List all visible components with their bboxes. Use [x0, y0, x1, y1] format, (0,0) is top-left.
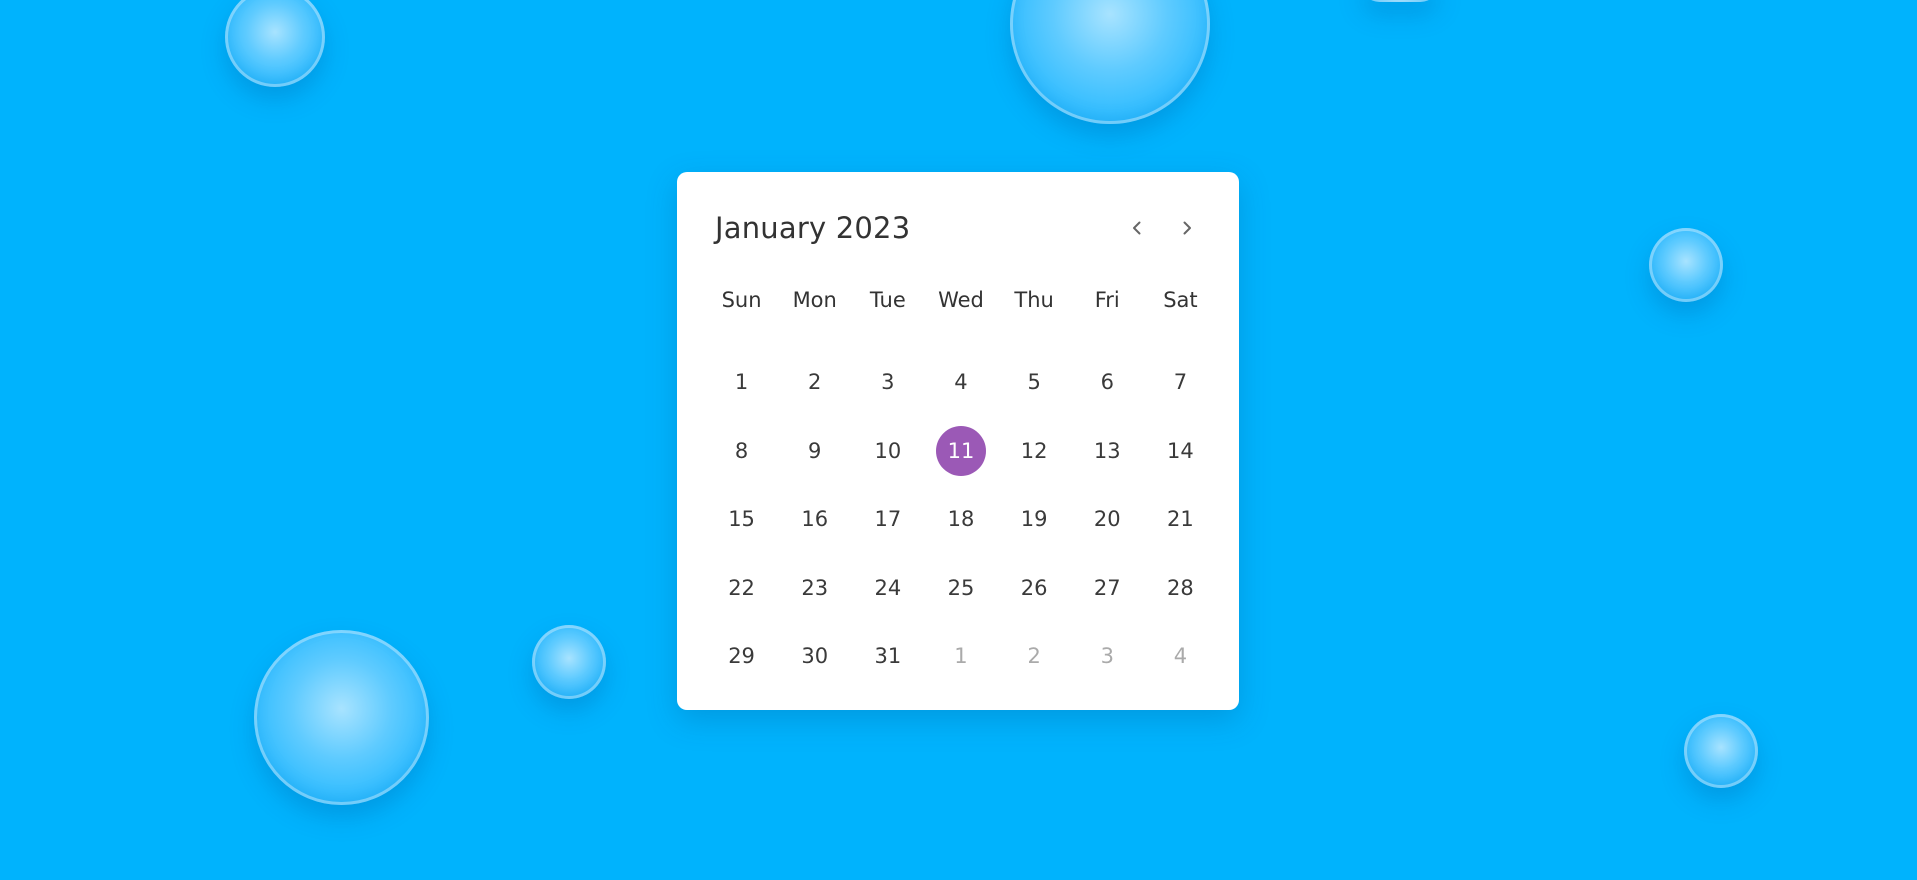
chevron-left-icon [1133, 221, 1141, 235]
selected-day-number: 11 [935, 425, 986, 476]
day-number: 8 [734, 438, 749, 463]
day-cell[interactable]: 21 [1144, 485, 1217, 554]
day-cell[interactable]: 7 [1144, 348, 1217, 417]
background-bubble [1360, 0, 1440, 2]
day-cell[interactable]: 14 [1144, 417, 1217, 486]
chevron-right-icon [1183, 221, 1191, 235]
day-cell[interactable]: 31 [851, 622, 924, 691]
day-number: 22 [728, 575, 755, 600]
day-number: 20 [1093, 507, 1121, 532]
day-number: 10 [874, 438, 902, 463]
day-cell[interactable]: 20 [1071, 485, 1144, 554]
background-bubble [532, 625, 606, 699]
day-cell[interactable]: 18 [924, 485, 997, 554]
day-number: 7 [1173, 370, 1188, 395]
day-cell[interactable]: 2 [778, 348, 851, 417]
day-number: 1 [734, 370, 749, 395]
day-cell[interactable]: 22 [705, 554, 778, 623]
day-number: 2 [808, 370, 822, 395]
day-cell[interactable]: 3 [851, 348, 924, 417]
weekday-header-row: Sun Mon Tue Wed Thu Fri Sat [705, 285, 1217, 315]
day-number: 27 [1093, 575, 1121, 600]
prev-month-button[interactable] [1121, 212, 1153, 244]
day-number: 17 [874, 507, 902, 532]
weekday-tue: Tue [869, 288, 906, 312]
day-number: 18 [947, 507, 975, 532]
weekday-sun: Sun [721, 288, 762, 312]
day-number: 19 [1020, 507, 1048, 532]
day-number: 30 [801, 644, 829, 669]
month-navigation [1121, 212, 1203, 244]
day-cell[interactable]: 25 [924, 554, 997, 623]
day-cell[interactable]: 26 [998, 554, 1071, 623]
day-cell[interactable]: 27 [1071, 554, 1144, 623]
day-cell[interactable]: 9 [778, 417, 851, 486]
day-number: 4 [1173, 644, 1188, 669]
month-title: January 2023 [715, 211, 911, 245]
background-bubble [1684, 714, 1758, 788]
day-number: 6 [1100, 370, 1114, 395]
day-number: 9 [808, 438, 822, 463]
day-number: 25 [947, 575, 975, 600]
day-number: 23 [801, 575, 829, 600]
day-cell[interactable]: 16 [778, 485, 851, 554]
day-cell-next-month[interactable]: 4 [1144, 622, 1217, 691]
day-cell[interactable]: 6 [1071, 348, 1144, 417]
day-number: 28 [1167, 575, 1194, 600]
next-month-button[interactable] [1171, 212, 1203, 244]
day-cell[interactable]: 24 [851, 554, 924, 623]
day-number: 5 [1027, 370, 1041, 395]
day-number: 31 [874, 644, 902, 669]
day-number: 16 [801, 507, 829, 532]
day-number: 3 [881, 370, 895, 395]
days-grid: 1 2 3 4 5 6 7 8 9 10 11 12 13 14 15 16 1… [705, 348, 1217, 691]
weekday-wed: Wed [938, 288, 984, 312]
day-cell[interactable]: 15 [705, 485, 778, 554]
day-number: 15 [728, 507, 755, 532]
day-cell-next-month[interactable]: 3 [1071, 622, 1144, 691]
day-number: 26 [1020, 575, 1048, 600]
weekday-mon: Mon [792, 288, 837, 312]
background-bubble [254, 630, 429, 805]
calendar-card: January 2023 Sun Mon Tue Wed Thu Fri Sat… [677, 172, 1239, 710]
background-bubble [225, 0, 325, 87]
day-number: 14 [1167, 438, 1194, 463]
day-number: 29 [728, 644, 755, 669]
day-cell[interactable]: 8 [705, 417, 778, 486]
day-cell[interactable]: 28 [1144, 554, 1217, 623]
day-number: 21 [1167, 507, 1194, 532]
day-number: 12 [1020, 438, 1048, 463]
day-cell[interactable]: 13 [1071, 417, 1144, 486]
day-cell[interactable]: 12 [998, 417, 1071, 486]
weekday-fri: Fri [1094, 288, 1120, 312]
day-cell[interactable]: 5 [998, 348, 1071, 417]
day-number: 4 [954, 370, 968, 395]
day-cell[interactable]: 4 [924, 348, 997, 417]
day-number: 2 [1027, 644, 1041, 669]
background-bubble [1649, 228, 1723, 302]
day-number: 24 [874, 575, 902, 600]
background-bubble [1010, 0, 1210, 124]
day-cell[interactable]: 30 [778, 622, 851, 691]
day-cell[interactable]: 23 [778, 554, 851, 623]
day-cell[interactable]: 19 [998, 485, 1071, 554]
day-cell-next-month[interactable]: 1 [924, 622, 997, 691]
calendar-header: January 2023 [715, 206, 1203, 250]
day-number: 3 [1100, 644, 1114, 669]
day-cell[interactable]: 10 [851, 417, 924, 486]
day-cell-next-month[interactable]: 2 [998, 622, 1071, 691]
weekday-sat: Sat [1163, 288, 1198, 312]
day-cell[interactable]: 1 [705, 348, 778, 417]
day-number: 1 [954, 644, 968, 669]
day-cell[interactable]: 29 [705, 622, 778, 691]
weekday-thu: Thu [1014, 288, 1054, 312]
day-cell-selected[interactable]: 11 [924, 417, 997, 486]
day-cell[interactable]: 17 [851, 485, 924, 554]
day-number: 13 [1093, 438, 1121, 463]
